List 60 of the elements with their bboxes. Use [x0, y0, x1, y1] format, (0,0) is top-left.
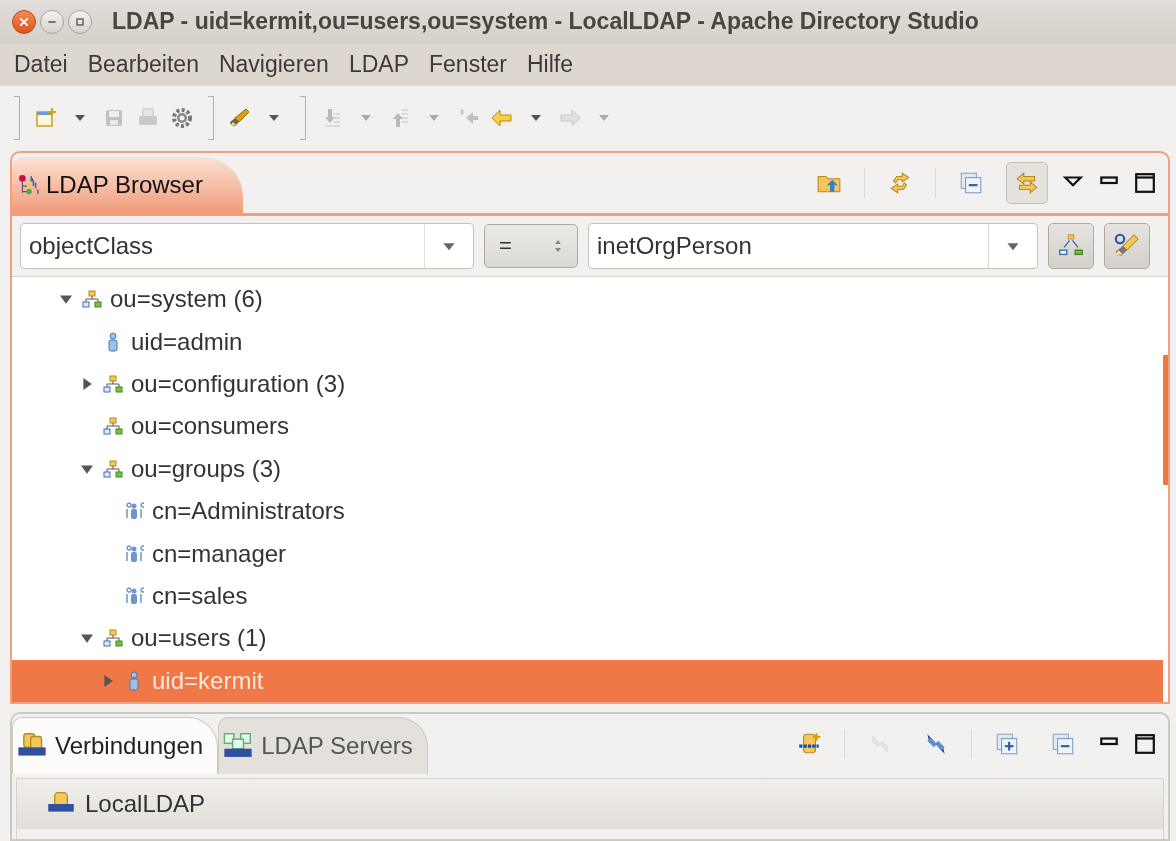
servers-icon [223, 732, 254, 760]
menu-item[interactable]: Hilfe [517, 51, 583, 79]
tree-label: ou=groups (3) [131, 454, 282, 483]
maximize-icon [74, 15, 86, 28]
org-unit-icon [103, 416, 123, 437]
tree-label: ou=consumers [131, 412, 290, 441]
org-unit-icon [103, 628, 123, 649]
group-icon [124, 543, 144, 564]
menu-item[interactable]: LDAP [338, 51, 419, 79]
org-unit-icon [103, 458, 123, 479]
link-with-editor-icon[interactable] [1006, 162, 1048, 205]
tree-label: ou=system (6) [110, 285, 263, 314]
group-icon [124, 501, 144, 522]
panel-tab[interactable]: LDAP Browser [12, 157, 243, 214]
tree-label: ou=configuration (3) [131, 370, 346, 399]
ldap-tree-icon [18, 174, 40, 197]
tree-row[interactable]: cn=Administrators [12, 490, 1163, 533]
close-icon [18, 15, 30, 28]
menu-item[interactable]: Bearbeiten [77, 51, 209, 79]
expanded-arrow-icon[interactable] [81, 462, 93, 475]
close-button[interactable] [12, 9, 36, 34]
panel-tab[interactable]: LDAP Servers [218, 717, 428, 774]
group-icon [124, 586, 144, 606]
menu-item[interactable]: Fenster [419, 51, 517, 79]
menu-item[interactable]: Navigieren [208, 51, 339, 79]
tree-row[interactable]: uid=admin [12, 320, 1163, 363]
tree-row[interactable]: cn=sales [12, 574, 1163, 618]
operator-spinner[interactable]: = [484, 224, 578, 269]
tree-label: cn=manager [152, 539, 287, 568]
tree-view-button[interactable] [1048, 223, 1094, 270]
tree-row[interactable]: ou=configuration (3) [12, 362, 1163, 406]
tree-row[interactable]: ou=system (6) [12, 278, 1163, 321]
tree-row[interactable]: cn=manager [12, 532, 1163, 575]
tree-row[interactable]: ou=groups (3) [12, 447, 1163, 491]
maximize-icon[interactable] [1134, 733, 1156, 755]
menu-item[interactable]: Datei [4, 51, 78, 79]
tree-row[interactable]: ou=users (1) [12, 617, 1163, 660]
attribute-combo[interactable]: objectClass [20, 223, 474, 270]
collapsed-arrow-icon[interactable] [81, 378, 93, 391]
search-button[interactable] [1104, 223, 1150, 270]
tree-label: uid=admin [131, 327, 243, 356]
org-unit-icon [103, 374, 123, 395]
connection-row[interactable]: LocalLDAP [17, 779, 1163, 829]
window-title: LDAP - uid=kermit,ou=users,ou=system - LocalLDAP - Apache Directory Studio [112, 8, 979, 36]
panel-tab[interactable]: Verbindungen [12, 717, 219, 774]
connection-label: LocalLDAP [85, 790, 206, 818]
tree-label: ou=users (1) [131, 624, 267, 653]
maximize-button[interactable] [68, 9, 92, 34]
expanded-arrow-icon[interactable] [81, 632, 93, 645]
tree-row[interactable]: ou=consumers [12, 405, 1163, 448]
maximize-icon[interactable] [1134, 172, 1156, 195]
scrollbar[interactable] [1163, 355, 1168, 486]
tree-label: cn=sales [152, 582, 248, 610]
org-unit-icon [82, 289, 102, 310]
tree-label: uid=kermit [152, 666, 264, 695]
expanded-arrow-icon[interactable] [60, 293, 72, 306]
minimize-button[interactable] [40, 9, 64, 34]
value-combo[interactable]: inetOrgPerson [588, 223, 1038, 270]
settings-icon[interactable] [170, 106, 194, 131]
tree-label: cn=Administrators [152, 497, 345, 526]
